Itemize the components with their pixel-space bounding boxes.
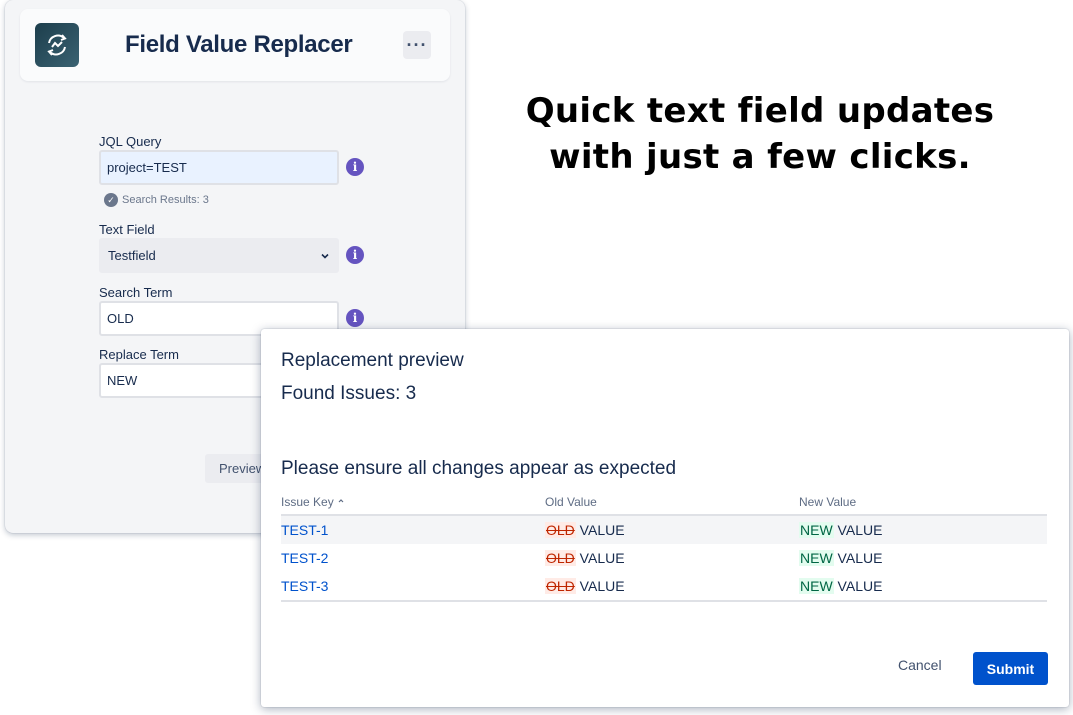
table-row: TEST-2 OLD VALUE NEW VALUE <box>281 544 1047 572</box>
old-value-rest: VALUE <box>575 522 625 538</box>
text-field-select[interactable]: Testfield <box>99 238 339 273</box>
check-circle-icon: ✓ <box>104 193 118 207</box>
replacement-preview-modal: Replacement preview Found Issues: 3 Plea… <box>261 329 1069 707</box>
issue-key-header-label: Issue Key <box>281 495 334 509</box>
removed-token: OLD <box>545 578 576 594</box>
tagline-line-1: Quick text field updates <box>525 91 995 131</box>
modal-title: Replacement preview <box>281 350 464 371</box>
app-logo <box>35 23 79 67</box>
new-value-cell: NEW VALUE <box>799 522 882 538</box>
added-token: NEW <box>799 550 834 566</box>
jql-query-label: JQL Query <box>99 134 162 149</box>
issue-key-link[interactable]: TEST-2 <box>281 550 328 566</box>
table-row: TEST-3 OLD VALUE NEW VALUE <box>281 572 1047 600</box>
column-header-issue-key[interactable]: Issue Key <box>281 495 345 509</box>
more-options-button[interactable]: ··· <box>403 31 431 59</box>
tagline: Quick text field updates with just a few… <box>490 88 1030 180</box>
added-token: NEW <box>799 522 834 538</box>
added-token: NEW <box>799 578 834 594</box>
column-header-new-value[interactable]: New Value <box>799 495 856 509</box>
table-header: Issue Key Old Value New Value <box>281 492 1047 516</box>
sort-ascending-icon <box>338 499 344 503</box>
search-term-info-icon[interactable]: i <box>346 309 364 327</box>
jql-info-icon[interactable]: i <box>346 158 364 176</box>
new-value-rest: VALUE <box>833 578 883 594</box>
text-field-value: Testfield <box>108 248 156 263</box>
text-field-label: Text Field <box>99 222 155 237</box>
jql-query-input[interactable]: project=TEST <box>99 150 339 185</box>
text-field-info-icon[interactable]: i <box>346 246 364 264</box>
preview-table: Issue Key Old Value New Value TEST-1 OLD… <box>281 492 1047 602</box>
issue-key-link[interactable]: TEST-1 <box>281 522 328 538</box>
ensure-changes-heading: Please ensure all changes appear as expe… <box>281 458 677 479</box>
search-results-text: Search Results: 3 <box>122 194 209 206</box>
found-issues-count: Found Issues: 3 <box>281 383 417 404</box>
cancel-button[interactable]: Cancel <box>898 657 942 673</box>
search-term-label: Search Term <box>99 285 173 300</box>
old-value-rest: VALUE <box>575 578 625 594</box>
old-value-cell: OLD VALUE <box>545 522 625 538</box>
new-value-rest: VALUE <box>833 522 883 538</box>
table-bottom-border <box>281 600 1047 602</box>
chevron-down-icon <box>321 253 329 259</box>
old-value-rest: VALUE <box>575 550 625 566</box>
removed-token: OLD <box>545 522 576 538</box>
search-results-status: ✓ Search Results: 3 <box>104 193 209 207</box>
tagline-line-2: with just a few clicks. <box>549 137 971 177</box>
new-value-cell: NEW VALUE <box>799 550 882 566</box>
table-row: TEST-1 OLD VALUE NEW VALUE <box>281 516 1047 544</box>
submit-button[interactable]: Submit <box>973 652 1048 685</box>
old-value-cell: OLD VALUE <box>545 550 625 566</box>
column-header-old-value[interactable]: Old Value <box>545 495 597 509</box>
new-value-cell: NEW VALUE <box>799 578 882 594</box>
app-title: Field Value Replacer <box>125 31 353 58</box>
removed-token: OLD <box>545 550 576 566</box>
sync-chart-icon <box>47 34 67 56</box>
old-value-cell: OLD VALUE <box>545 578 625 594</box>
new-value-rest: VALUE <box>833 550 883 566</box>
app-header: Field Value Replacer ··· <box>20 9 450 81</box>
issue-key-link[interactable]: TEST-3 <box>281 578 328 594</box>
replace-term-label: Replace Term <box>99 347 179 362</box>
